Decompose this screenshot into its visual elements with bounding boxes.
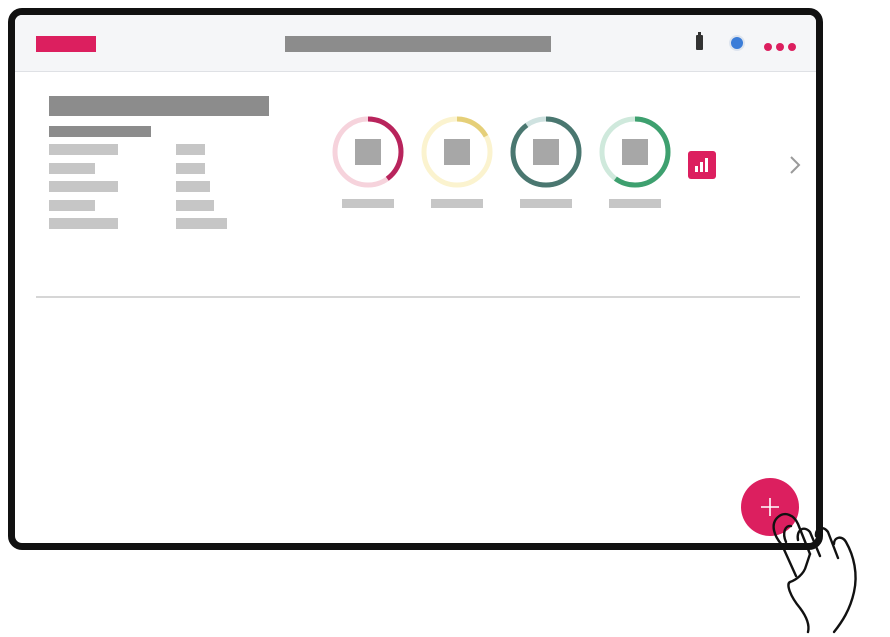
info-label-placeholder xyxy=(49,199,95,211)
info-row xyxy=(49,162,249,182)
info-value-placeholder xyxy=(176,144,205,155)
summary-heading-placeholder xyxy=(49,96,269,116)
ring-value-placeholder xyxy=(444,139,470,165)
ring-label-placeholder xyxy=(342,199,394,208)
info-row xyxy=(49,199,249,219)
tablet-frame xyxy=(8,8,823,550)
progress-rings xyxy=(331,115,731,225)
info-label-placeholder xyxy=(49,181,118,192)
progress-ring-2[interactable] xyxy=(420,115,494,208)
info-value-placeholder xyxy=(176,181,210,192)
chevron-right-icon[interactable] xyxy=(785,153,805,177)
progress-ring-4[interactable] xyxy=(598,115,672,208)
info-value-placeholder xyxy=(176,218,227,229)
info-list xyxy=(49,144,249,237)
header-title-placeholder xyxy=(285,36,551,52)
ring-value-placeholder xyxy=(355,139,381,165)
ring-value-placeholder xyxy=(533,139,559,165)
ring-value-placeholder xyxy=(622,139,648,165)
info-label-placeholder xyxy=(49,144,118,155)
tapping-hand-icon xyxy=(772,513,857,634)
info-row xyxy=(49,144,249,163)
info-value-placeholder xyxy=(176,162,205,174)
more-options-icon[interactable] xyxy=(764,38,804,51)
status-dot-icon xyxy=(729,35,745,51)
brand-logo[interactable] xyxy=(36,36,96,52)
info-label-placeholder xyxy=(49,162,95,174)
info-label-placeholder xyxy=(49,218,118,229)
progress-ring-1[interactable] xyxy=(331,115,405,208)
section-divider xyxy=(36,296,800,298)
info-row xyxy=(49,181,249,200)
summary-panel xyxy=(15,71,816,298)
summary-subheading-placeholder xyxy=(49,126,151,137)
ring-label-placeholder xyxy=(520,199,572,208)
bar-chart-button[interactable] xyxy=(688,151,716,179)
ring-label-placeholder xyxy=(431,199,483,208)
ring-label-placeholder xyxy=(609,199,661,208)
battery-icon xyxy=(696,32,703,50)
app-header xyxy=(15,15,816,72)
bar-chart-icon xyxy=(695,166,698,172)
progress-ring-3[interactable] xyxy=(509,115,583,208)
info-row xyxy=(49,218,249,237)
info-value-placeholder xyxy=(176,199,214,211)
